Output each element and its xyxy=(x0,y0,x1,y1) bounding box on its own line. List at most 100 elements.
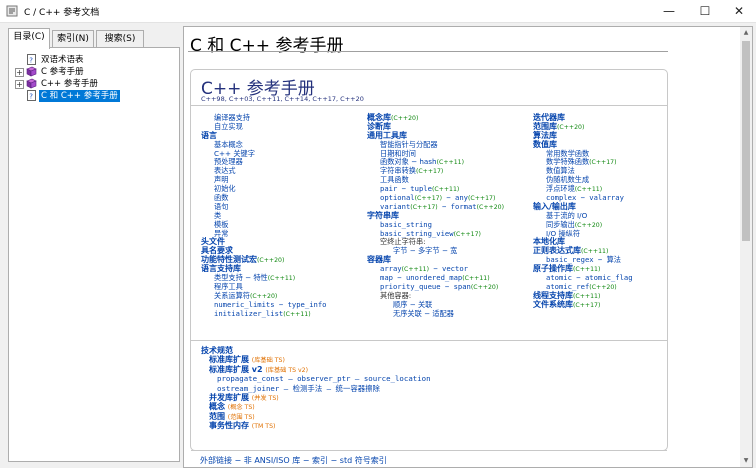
page-title: C 和 C++ 参考手册 xyxy=(190,36,344,56)
link-text: 日期和时间 xyxy=(380,148,416,158)
link-text: atomic_ref xyxy=(546,281,590,291)
link-text: 字符串库 xyxy=(367,210,399,220)
link-text: map − unordered_map xyxy=(380,273,463,283)
link-text: propagate_const — observer_ptr — source_… xyxy=(217,374,431,384)
tech-spec-link[interactable]: propagate_const — observer_ptr — source_… xyxy=(201,374,431,383)
tech-spec-link[interactable]: 事务性内存 (TM TS) xyxy=(201,421,431,430)
link-text: 浮点环境 xyxy=(546,184,575,194)
tech-spec-link[interactable]: 并发库扩展 (并发 TS) xyxy=(201,393,431,402)
link-text: 其他容器: xyxy=(380,290,412,300)
contents-tree: ? 双语术语表 + C 参考手册 + C++ 参考手册 ? C 和 C++ 参考… xyxy=(8,47,180,462)
link-text: 顺序 − 关联 xyxy=(393,299,433,309)
version-tag: (C++20) xyxy=(257,257,285,265)
link-text: 文件系统库 xyxy=(533,299,573,309)
tech-spec-link[interactable]: 标准库扩展 v2 (库基础 TS v2) xyxy=(201,365,431,374)
help-book-icon xyxy=(6,5,18,17)
cpp-reference-panel: C++ 参考手册 C++98, C++03, C++11, C++14, C++… xyxy=(190,69,668,451)
link-text: basic_string_view xyxy=(380,228,454,238)
link-text: 标准库扩展 v2 xyxy=(209,364,263,374)
scroll-thumb[interactable] xyxy=(742,41,750,241)
version-tag: (C++11) xyxy=(283,310,311,318)
tech-spec-link[interactable]: 技术规范 xyxy=(201,346,431,355)
tab-contents[interactable]: 目录(C) xyxy=(8,28,50,49)
link-text: array xyxy=(380,264,402,274)
tech-spec-link[interactable]: ostream_joiner — 检测手法 — 统一容器擦除 xyxy=(201,384,431,393)
expand-icon[interactable]: + xyxy=(15,68,24,77)
vertical-scrollbar[interactable]: ▲ ▼ xyxy=(740,27,752,467)
link-text: 功能特性测试宏 xyxy=(201,255,257,265)
link-text: 正则表达式库 xyxy=(533,246,581,256)
version-tag: (C++20) xyxy=(391,115,419,122)
navigation-pane: 目录(C) 索引(N) 搜索(S) ? 双语术语表 + C 参考手册 + C++… xyxy=(8,26,180,464)
reference-link[interactable]: 无序关联 − 适配器 xyxy=(367,308,504,319)
tab-index[interactable]: 索引(N) xyxy=(52,30,94,48)
link-text: 语言支持库 xyxy=(201,264,241,274)
link-text: 工具函数 xyxy=(380,175,409,185)
tech-spec-link[interactable]: 范围 (范围 TS) xyxy=(201,412,431,421)
reference-link[interactable]: initializer_list(C++11) xyxy=(201,309,327,319)
document-question-icon: ? xyxy=(27,90,36,101)
version-tag: (C++20) xyxy=(589,283,617,291)
ts-tag: (库基础 TS) xyxy=(251,357,285,365)
link-text: 并发库扩展 xyxy=(209,392,249,402)
svg-text:?: ? xyxy=(29,93,33,101)
link-text: 空终止字符串: xyxy=(380,237,426,247)
link-text: 具名要求 xyxy=(201,246,233,256)
link-text: variant xyxy=(380,201,411,211)
link-text: 数值库 xyxy=(533,139,557,149)
link-text: 关系运算符 xyxy=(214,290,250,300)
link-text: 同步输出 xyxy=(546,219,575,229)
maximize-button[interactable]: ☐ xyxy=(688,0,722,22)
ts-tag: (TM TS) xyxy=(251,423,276,431)
link-text: 类型支持 − 特性 xyxy=(214,273,268,283)
link-text: 技术规范 xyxy=(201,346,233,355)
link-text: 字符串转换 xyxy=(380,166,416,176)
reference-link: 其他容器: xyxy=(367,290,504,301)
expand-icon[interactable]: + xyxy=(15,80,24,89)
version-tag: (C++17) xyxy=(589,159,617,167)
link-text: ostream_joiner — 检测手法 — 统一容器擦除 xyxy=(217,383,380,393)
document-question-icon: ? xyxy=(27,54,36,65)
reference-link[interactable]: 自立实现 xyxy=(201,122,327,132)
link-text: − any xyxy=(442,193,468,203)
tab-search[interactable]: 搜索(S) xyxy=(96,30,144,48)
link-text: 字节 − 多字节 − 宽 xyxy=(393,246,458,256)
scroll-down-icon[interactable]: ▼ xyxy=(740,455,752,467)
link-text: 常用数学函数 xyxy=(546,148,590,158)
link-text: 数值算法 xyxy=(546,166,575,176)
ts-tag: (范围 TS) xyxy=(227,413,255,421)
link-text: 无序关联 − 适配器 xyxy=(393,308,454,318)
minimize-button[interactable]: — xyxy=(652,0,686,22)
svg-text:?: ? xyxy=(29,57,33,65)
external-links[interactable]: 外部链接 − 非 ANSI/ISO 库 − 索引 − std 符号索引 xyxy=(200,455,387,466)
section-heading-link[interactable]: 文件系统库(C++17) xyxy=(533,299,633,310)
link-text: 语句 xyxy=(214,201,229,211)
section-divider xyxy=(191,340,667,341)
link-text: 通用工具库 xyxy=(367,130,407,140)
ts-tag: (库基础 TS v2) xyxy=(265,366,309,374)
scroll-up-icon[interactable]: ▲ xyxy=(740,27,752,39)
link-text: 伪随机数生成 xyxy=(546,175,590,185)
version-tag: (C++20) xyxy=(557,123,585,131)
panel-subtitle: C++98, C++03, C++11, C++14, C++17, C++20 xyxy=(201,95,364,103)
link-text: 初始化 xyxy=(214,184,236,194)
link-text: 事务性内存 xyxy=(209,421,249,431)
version-tag: (C++11) xyxy=(573,292,601,300)
close-button[interactable]: ✕ xyxy=(722,0,756,22)
link-text: 函数 xyxy=(214,193,229,203)
version-tag: (C++20) xyxy=(470,283,499,291)
link-text: 智能指针与分配器 xyxy=(380,139,438,149)
tech-spec-link[interactable]: 概念 (概念 TS) xyxy=(201,402,431,411)
link-text: 基于流的 I/O xyxy=(546,210,588,220)
link-text: 语言 xyxy=(201,130,217,140)
link-text: 程序工具 xyxy=(214,281,243,291)
tech-spec-link[interactable]: 标准库扩展 (库基础 TS) xyxy=(201,355,431,364)
link-text: 范围库 xyxy=(533,121,557,131)
column-more-libraries: 迭代器库 范围库(C++20) 算法库 数值库 常用数学函数 数学特殊函数(C++17) 数… xyxy=(533,113,633,310)
version-tag: (C++17) xyxy=(410,203,438,211)
link-text: 标准库扩展 xyxy=(209,355,249,365)
nav-tabs: 目录(C) 索引(N) 搜索(S) xyxy=(8,28,180,49)
link-text: − format xyxy=(437,201,477,211)
link-text: 诊断库 xyxy=(367,121,391,131)
link-text: pair − tuple xyxy=(380,184,432,194)
